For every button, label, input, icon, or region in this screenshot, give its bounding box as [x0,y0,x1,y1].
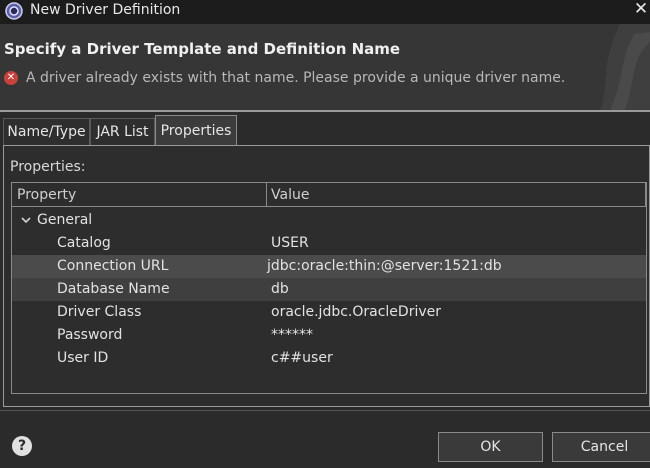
error-icon: ✕ [4,71,18,85]
page-title: Specify a Driver Template and Definition… [4,40,401,58]
table-header: Property Value [12,183,646,207]
property-value[interactable]: db [271,278,289,301]
property-name: Connection URL [57,258,169,274]
table-row[interactable]: Password ****** [12,324,646,347]
close-icon[interactable]: ✕ [632,0,650,22]
property-name: User ID [57,350,109,366]
property-name: Driver Class [57,304,142,320]
error-message: A driver already exists with that name. … [26,70,566,86]
help-icon[interactable]: ? [12,436,32,456]
property-value[interactable]: c##user [271,347,333,370]
table-row[interactable]: Driver Class oracle.jdbc.OracleDriver [12,301,646,324]
header-divider [0,110,650,112]
column-header-property[interactable]: Property [17,183,76,207]
column-divider[interactable] [266,183,267,207]
property-name: Catalog [57,235,111,251]
group-label: General [37,212,93,228]
ok-button[interactable]: OK [438,432,543,462]
app-icon [5,2,23,20]
table-row[interactable]: User ID c##user [12,347,646,370]
property-value[interactable]: oracle.jdbc.OracleDriver [271,301,441,324]
property-value[interactable]: jdbc:oracle:thin:@server:1521:db [267,255,502,278]
chevron-down-icon[interactable] [19,213,33,227]
property-name: Password [57,327,123,343]
column-header-value[interactable]: Value [271,183,309,207]
column-divider[interactable] [645,183,646,207]
properties-table[interactable]: Property Value General Catalog USER Conn… [11,182,647,394]
tab-name-type[interactable]: Name/Type [3,118,90,145]
table-row[interactable]: Database Name db [12,278,646,301]
tree-group-general[interactable]: General [12,209,646,232]
property-value[interactable]: USER [271,232,309,255]
wizard-header: Specify a Driver Template and Definition… [0,24,650,110]
cancel-button[interactable]: Cancel [552,432,650,462]
window-titlebar: New Driver Definition ✕ [0,0,650,24]
property-name: Database Name [57,281,170,297]
banner-graphic-icon [600,24,650,110]
tab-jar-list[interactable]: JAR List [90,118,155,145]
table-row[interactable]: Connection URL jdbc:oracle:thin:@server:… [12,255,646,278]
properties-label: Properties: [10,159,86,175]
footer-divider [0,410,650,411]
window-title: New Driver Definition [30,2,181,18]
table-row[interactable]: Catalog USER [12,232,646,255]
tab-properties[interactable]: Properties [155,115,237,145]
property-value[interactable]: ****** [271,324,313,347]
